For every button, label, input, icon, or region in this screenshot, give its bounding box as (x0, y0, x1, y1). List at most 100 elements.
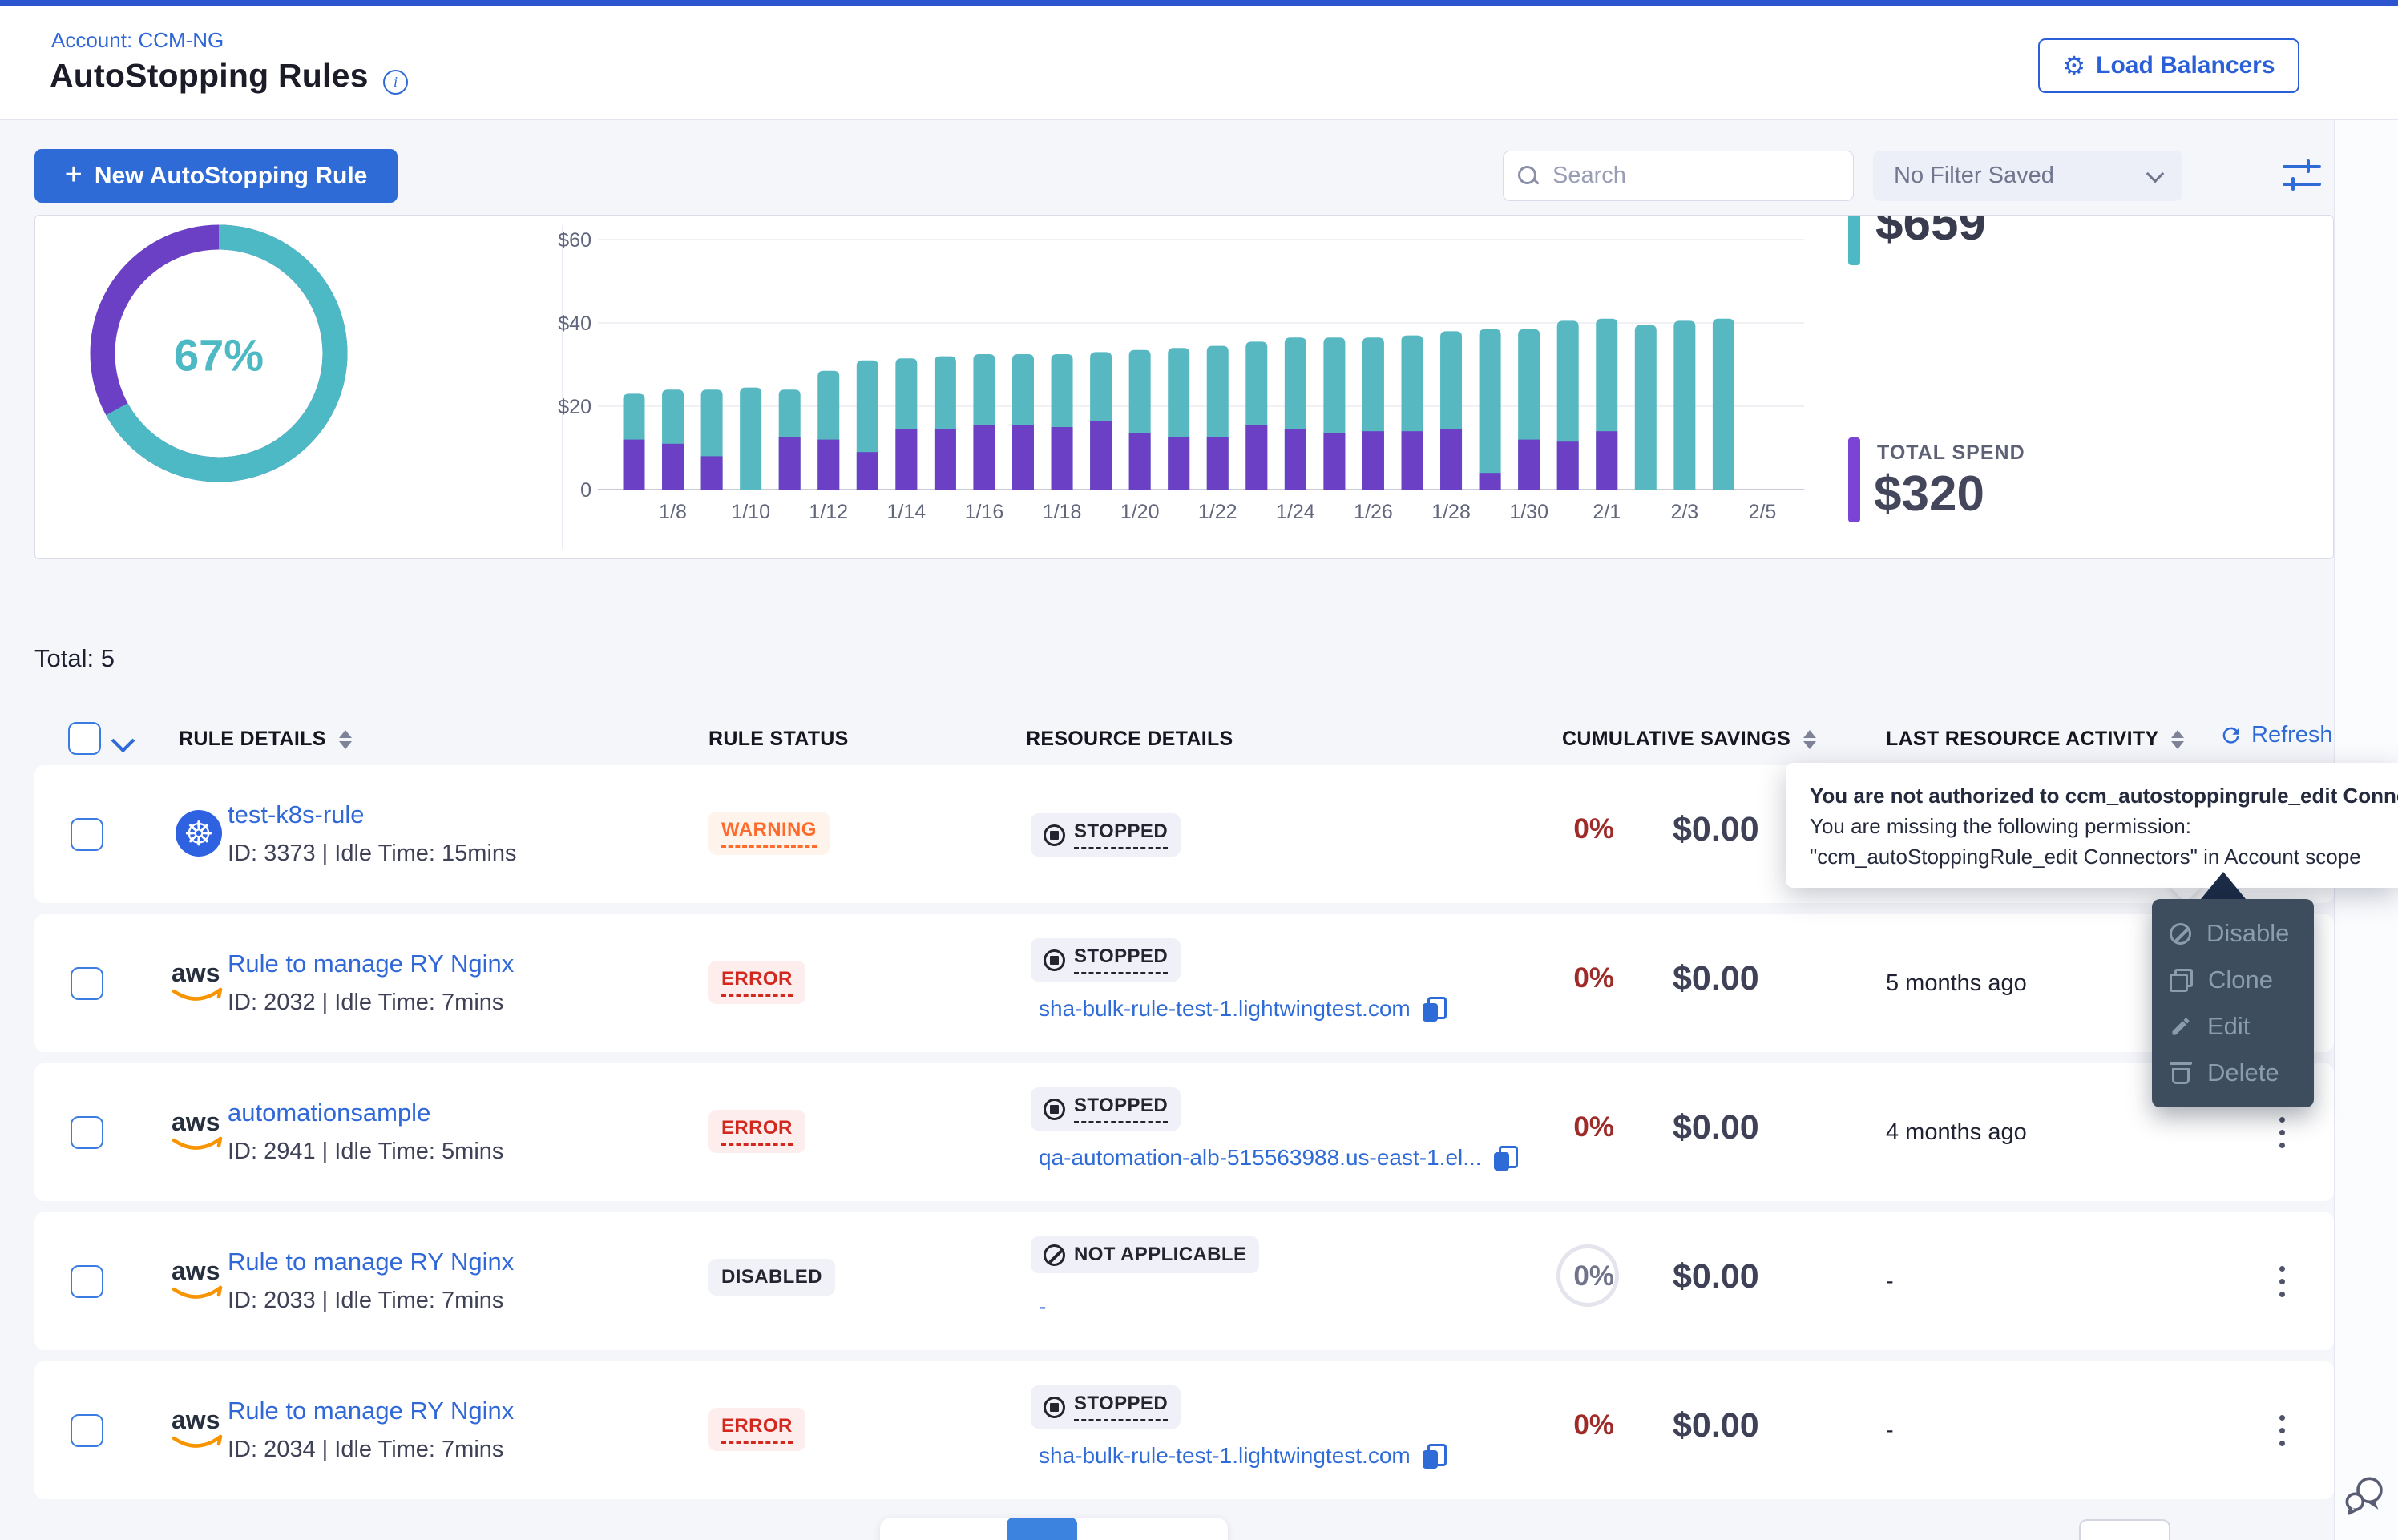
resource-state-icon (1044, 1244, 1065, 1266)
table-row: ☸ aws Rule to manage RY Nginx ID: 2034 |… (34, 1361, 2334, 1499)
row-checkbox[interactable] (71, 1414, 103, 1447)
saved-filter-dropdown[interactable]: No Filter Saved (1873, 151, 2182, 201)
copy-icon[interactable] (1422, 997, 1447, 1022)
resource-url-link[interactable]: sha-bulk-rule-test-1.lightwingtest.com (1039, 996, 1411, 1022)
row-menu-button[interactable] (2264, 1406, 2299, 1454)
select-all-checkbox[interactable] (68, 722, 101, 755)
svg-text:$20: $20 (558, 396, 591, 418)
aws-icon: aws (171, 1256, 224, 1304)
rule-status-badge: WARNING (708, 812, 830, 855)
sort-icon[interactable] (339, 730, 352, 749)
menu-item-edit[interactable]: Edit (2152, 1003, 2314, 1050)
column-header-cumulative-savings[interactable]: CUMULATIVE SAVINGS (1562, 728, 1816, 751)
pagination-active-page[interactable] (1007, 1518, 1077, 1540)
spend-savings-bar-chart: $60$40$2001/81/101/121/141/161/181/201/2… (530, 216, 1812, 559)
svg-text:aws: aws (172, 958, 220, 987)
total-spend-value: $320 (1874, 466, 1984, 522)
svg-text:$40: $40 (558, 312, 591, 335)
savings-percent: 0% (1467, 962, 1614, 994)
menu-item-clone[interactable]: Clone (2152, 957, 2314, 1003)
clone-icon (2170, 969, 2193, 992)
svg-text:aws: aws (172, 1405, 220, 1434)
search-input[interactable] (1551, 162, 1839, 190)
copy-icon[interactable] (1493, 1146, 1518, 1171)
spend-legend-swatch (1848, 437, 1860, 522)
svg-text:$60: $60 (558, 229, 591, 252)
svg-text:1/10: 1/10 (731, 501, 770, 523)
info-icon[interactable]: i (383, 70, 408, 95)
summary-chart-card: 67% $60$40$2001/81/101/121/141/161/181/2… (34, 215, 2334, 559)
provider-icon-wrap: ☸ aws (171, 808, 227, 861)
page-size-selector[interactable] (2079, 1519, 2170, 1540)
savings-value: $0.00 (1673, 959, 1759, 998)
column-header-last-resource-activity[interactable]: LAST RESOURCE ACTIVITY (1886, 728, 2184, 751)
top-accent-bar (0, 0, 2398, 6)
resource-state-icon (1044, 949, 1065, 971)
total-count: Total: 5 (34, 644, 115, 673)
table-row: ☸ aws Rule to manage RY Nginx ID: 2033 |… (34, 1212, 2334, 1350)
column-header-rule-details[interactable]: RULE DETAILS (179, 728, 352, 751)
plus-icon: + (65, 159, 83, 190)
kubernetes-icon: ☸ (176, 810, 222, 857)
last-activity: - (1886, 1268, 1894, 1295)
load-balancers-button[interactable]: ⚙ Load Balancers (2038, 38, 2299, 93)
column-header-resource-details[interactable]: RESOURCE DETAILS (1026, 728, 1233, 751)
refresh-button[interactable]: Refresh (2219, 722, 2333, 748)
provider-icon-wrap: ☸ aws (171, 1107, 227, 1159)
resource-url-link[interactable]: sha-bulk-rule-test-1.lightwingtest.com (1039, 1443, 1411, 1469)
resource-state-badge: STOPPED (1031, 1385, 1181, 1429)
bulk-select-chevron-icon[interactable] (111, 729, 135, 753)
row-checkbox[interactable] (71, 1116, 103, 1149)
gear-icon: ⚙ (2062, 53, 2085, 79)
resource-url-link[interactable]: qa-automation-alb-515563988.us-east-1.el… (1039, 1145, 1482, 1171)
context-menu-arrow (2201, 872, 2246, 899)
rule-name-link[interactable]: Rule to manage RY Nginx (228, 1397, 514, 1425)
svg-text:1/16: 1/16 (965, 501, 1004, 523)
rule-name-link[interactable]: test-k8s-rule (228, 800, 365, 829)
sort-icon[interactable] (1803, 730, 1816, 749)
column-header-rule-status[interactable]: RULE STATUS (708, 728, 849, 751)
svg-text:0: 0 (580, 479, 591, 502)
row-checkbox[interactable] (71, 1265, 103, 1298)
chevron-down-icon (2146, 164, 2165, 183)
savings-percent: 0% (1467, 813, 1614, 845)
resource-state-icon (1044, 1397, 1065, 1418)
svg-text:2/1: 2/1 (1593, 501, 1621, 523)
chat-help-icon[interactable] (2342, 1473, 2388, 1519)
resource-state-badge: STOPPED (1031, 813, 1181, 857)
rule-name-link[interactable]: Rule to manage RY Nginx (228, 1248, 514, 1276)
resource-state-icon (1044, 1099, 1065, 1120)
resource-state-badge: STOPPED (1031, 938, 1181, 982)
row-menu-button[interactable] (2264, 1257, 2299, 1305)
autostopping-rules-page: Account: CCM-NG AutoStopping Rules i ⚙ L… (0, 0, 2398, 1540)
resource-state-badge: NOT APPLICABLE (1031, 1236, 1259, 1273)
menu-item-delete[interactable]: Delete (2152, 1050, 2314, 1096)
savings-percent: 0% (1467, 1260, 1614, 1292)
filter-sliders-icon[interactable] (2283, 157, 2323, 196)
row-checkbox[interactable] (71, 967, 103, 1000)
rule-id-idle-time: ID: 2033 | Idle Time: 7mins (228, 1288, 503, 1314)
breadcrumb[interactable]: Account: CCM-NG (51, 28, 224, 53)
new-autostopping-rule-button[interactable]: + New AutoStopping Rule (34, 149, 398, 203)
search-icon (1518, 166, 1539, 187)
row-checkbox[interactable] (71, 818, 103, 851)
last-activity: 5 months ago (1886, 970, 2027, 997)
sort-icon[interactable] (2171, 730, 2184, 749)
search-box (1503, 151, 1854, 201)
svg-text:aws: aws (172, 1256, 220, 1285)
edit-icon (2170, 1015, 2192, 1038)
menu-item-disable[interactable]: Disable (2152, 910, 2314, 957)
delete-icon (2170, 1061, 2192, 1085)
rule-name-link[interactable]: automationsample (228, 1099, 430, 1127)
copy-icon[interactable] (1422, 1444, 1447, 1469)
progress-ring (1556, 1244, 1619, 1307)
total-savings-value: $659 (1875, 215, 1986, 252)
last-activity: 4 months ago (1886, 1119, 2027, 1146)
row-context-menu: Disable Clone Edit Delete (2152, 899, 2314, 1107)
savings-legend-swatch (1848, 215, 1860, 265)
svg-text:1/26: 1/26 (1354, 501, 1393, 523)
row-menu-button[interactable] (2264, 1108, 2299, 1156)
svg-text:2/5: 2/5 (1749, 501, 1777, 523)
resource-url-link[interactable]: - (1039, 1294, 1046, 1320)
rule-name-link[interactable]: Rule to manage RY Nginx (228, 949, 514, 978)
